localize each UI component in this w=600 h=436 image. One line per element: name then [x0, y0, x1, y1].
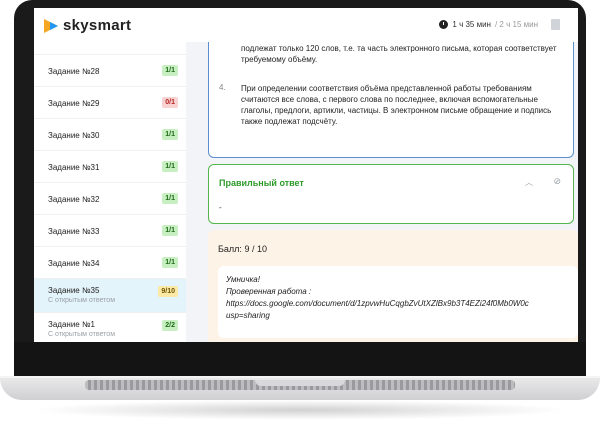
sidebar-item-label: Задание №35: [48, 286, 100, 295]
sidebar-item-task[interactable]: Задание №32 1/1: [34, 183, 186, 215]
book-icon[interactable]: [551, 19, 560, 30]
laptop-shadow: [30, 400, 570, 420]
sidebar: Задание №28 1/1 Задание №29 0/1 Задание №30 1…: [34, 42, 187, 342]
task-text-card: подлежат только 120 слов, т.е. та часть …: [208, 42, 574, 158]
sidebar-item-label: Задание №32: [48, 195, 100, 204]
sidebar-item-label: Задание №33: [48, 227, 100, 236]
main-content: подлежат только 120 слов, т.е. та часть …: [186, 42, 578, 342]
status-badge: 1/1: [162, 225, 178, 236]
score-value: 9 / 10: [244, 244, 267, 254]
topbar: 1 ч 35 мин / 2 ч 15 мин: [186, 8, 578, 42]
sidebar-item-task[interactable]: Задание №29 0/1: [34, 87, 186, 119]
sidebar-item-task[interactable]: Задание №34 1/1: [34, 247, 186, 279]
timer-elapsed: 1 ч 35 мин: [452, 20, 491, 29]
sidebar-item-task[interactable]: Задание №30 1/1: [34, 119, 186, 151]
sidebar-item-subtitle: С открытым ответом: [48, 331, 116, 338]
chevron-up-icon[interactable]: ︿: [525, 177, 533, 188]
sidebar-item-task[interactable]: Задание №1 С открытым ответом 2/2: [34, 313, 186, 342]
status-badge: 1/1: [162, 161, 178, 172]
sidebar-item-label: Задание №34: [48, 259, 100, 268]
correct-answer-title: Правильный ответ: [219, 178, 304, 188]
sidebar-item-label: Задание №31: [48, 163, 100, 172]
correct-answer-value: -: [219, 203, 222, 212]
score-label: Балл:: [218, 244, 242, 254]
status-badge: 1/1: [162, 193, 178, 204]
comment-line: usp=sharing: [226, 311, 270, 320]
comment-link[interactable]: https://docs.google.com/document/d/1zpvw…: [226, 298, 529, 309]
sidebar-item-label: Задание №1: [48, 320, 95, 329]
task-text-top: подлежат только 120 слов, т.е. та часть …: [241, 44, 557, 64]
status-badge: 1/1: [162, 257, 178, 268]
teacher-comment: Умничка! Проверенная работа : https://do…: [218, 266, 578, 338]
sidebar-item-task[interactable]: Задание №35 С открытым ответом 9/10: [34, 279, 186, 313]
status-badge: 2/2: [162, 320, 178, 331]
screen-bezel: [14, 342, 586, 378]
comment-line: Проверенная работа :: [226, 287, 312, 296]
sidebar-item-task[interactable]: Задание №33 1/1: [34, 215, 186, 247]
score-card: Балл: 9 / 10 Умничка! Проверенная работа…: [208, 230, 578, 342]
sidebar-item-label: Задание №28: [48, 67, 100, 76]
score: Балл: 9 / 10: [218, 244, 267, 254]
sidebar-item-label: Задание №29: [48, 99, 100, 108]
sidebar-item-task[interactable]: Задание №28 1/1: [34, 55, 186, 87]
sidebar-item-task[interactable]: Задание №31 1/1: [34, 151, 186, 183]
status-badge: 0/1: [162, 97, 178, 108]
laptop-lid: skysmart 1 ч 35 мин / 2 ч 15 мин Задание…: [14, 0, 586, 378]
clock-icon: [439, 20, 449, 29]
eye-off-icon[interactable]: ⊘: [553, 176, 561, 187]
timer: 1 ч 35 мин / 2 ч 15 мин: [439, 20, 538, 29]
screen: skysmart 1 ч 35 мин / 2 ч 15 мин Задание…: [34, 8, 578, 342]
status-badge: 1/1: [162, 65, 178, 76]
laptop-notch: [255, 380, 345, 386]
list-item-number: 4.: [219, 83, 226, 92]
status-badge: 9/10: [158, 286, 178, 297]
sidebar-item-subtitle: С открытым ответом: [48, 297, 116, 304]
sidebar-item-label: Задание №30: [48, 131, 100, 140]
timer-total: / 2 ч 15 мин: [494, 20, 538, 29]
task-text-item: При определении соответствия объёма пред…: [241, 84, 552, 126]
sidebar-item-partial[interactable]: [34, 23, 186, 55]
correct-answer-card: Правильный ответ ︿ ⊘ -: [208, 164, 574, 224]
status-badge: 1/1: [162, 129, 178, 140]
comment-line: Умничка!: [226, 275, 260, 284]
